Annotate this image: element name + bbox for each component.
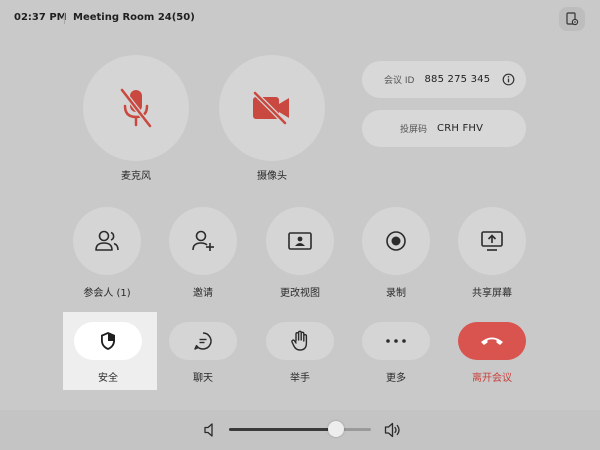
share-code-value: CRH FHV bbox=[437, 123, 484, 134]
share-screen-button[interactable] bbox=[458, 207, 526, 275]
camera-label: 摄像头 bbox=[257, 171, 287, 182]
record-icon bbox=[386, 231, 406, 251]
raise-hand-label: 举手 bbox=[290, 373, 310, 384]
hang-up-icon bbox=[481, 337, 503, 345]
change-view-label: 更改视图 bbox=[280, 288, 320, 299]
leave-meeting-button[interactable] bbox=[458, 322, 526, 360]
volume-slider-fill bbox=[229, 428, 336, 431]
more-dots-icon bbox=[386, 339, 406, 343]
volume-low-icon[interactable] bbox=[203, 422, 217, 438]
share-code-key: 投屏码 bbox=[400, 125, 428, 135]
microphone-label: 麦克风 bbox=[121, 171, 151, 182]
shield-icon bbox=[101, 332, 115, 350]
more-button[interactable] bbox=[362, 322, 430, 360]
share-screen-label: 共享屏幕 bbox=[472, 288, 512, 299]
chat-icon bbox=[194, 332, 212, 350]
security-label: 安全 bbox=[98, 373, 118, 384]
view-layout-icon bbox=[288, 232, 312, 250]
security-button[interactable] bbox=[74, 322, 142, 360]
meeting-id-value: 885 275 345 bbox=[424, 74, 491, 85]
meeting-id-pill[interactable]: 会议 ID 885 275 345 bbox=[362, 61, 526, 98]
participants-label: 参会人 (1) bbox=[83, 288, 131, 299]
microphone-muted-icon bbox=[119, 87, 153, 129]
clock-time: 02:37 PM bbox=[14, 12, 67, 23]
share-screen-icon bbox=[481, 231, 503, 251]
camera-button[interactable] bbox=[219, 55, 325, 161]
participants-button[interactable] bbox=[73, 207, 141, 275]
invite-label: 邀请 bbox=[193, 288, 213, 299]
more-label: 更多 bbox=[386, 373, 406, 384]
camera-off-icon bbox=[252, 91, 289, 125]
room-name: Meeting Room 24(50) bbox=[73, 12, 195, 23]
device-settings-button[interactable] bbox=[559, 7, 585, 31]
meeting-id-key: 会议 ID bbox=[384, 76, 415, 86]
add-user-icon bbox=[192, 230, 214, 251]
header-divider bbox=[64, 12, 65, 24]
record-button[interactable] bbox=[362, 207, 430, 275]
volume-high-icon[interactable] bbox=[384, 421, 402, 439]
participants-icon bbox=[95, 230, 119, 251]
raise-hand-button[interactable] bbox=[266, 322, 334, 360]
microphone-button[interactable] bbox=[83, 55, 189, 161]
device-settings-icon bbox=[566, 12, 579, 26]
volume-slider-thumb[interactable] bbox=[328, 421, 344, 437]
chat-label: 聊天 bbox=[193, 373, 213, 384]
chat-button[interactable] bbox=[169, 322, 237, 360]
record-label: 录制 bbox=[386, 288, 406, 299]
change-view-button[interactable] bbox=[266, 207, 334, 275]
invite-button[interactable] bbox=[169, 207, 237, 275]
info-icon[interactable] bbox=[502, 73, 515, 86]
share-code-pill[interactable]: 投屏码 CRH FHV bbox=[362, 110, 526, 147]
hand-icon bbox=[291, 330, 308, 351]
leave-meeting-label: 离开会议 bbox=[472, 373, 512, 384]
